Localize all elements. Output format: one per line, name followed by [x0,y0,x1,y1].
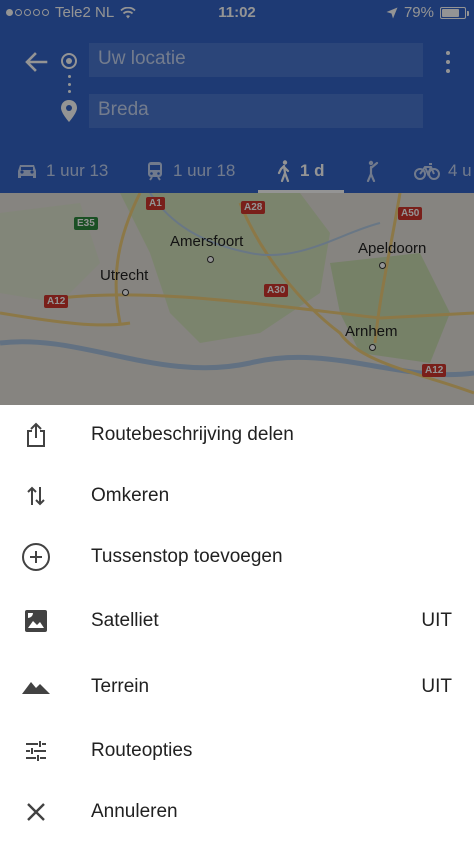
options-sheet: Routebeschrijving delen Omkeren Tussenst… [0,405,474,843]
background-view: Tele2 NL 11:02 79% Uw locatie Breda 1 uu… [0,0,474,405]
terrain-icon [21,672,51,702]
menu-item-label: Routebeschrijving delen [91,424,294,445]
menu-item-share-directions[interactable]: Routebeschrijving delen [0,405,474,465]
menu-item-label: Terrein [91,676,150,697]
menu-item-satellite[interactable]: Satelliet UIT [0,591,474,651]
add-stop-icon [21,542,51,572]
terrain-toggle-value[interactable]: UIT [421,676,452,698]
menu-item-route-options[interactable]: Routeopties [0,721,474,781]
menu-item-add-stop[interactable]: Tussenstop toevoegen [0,527,474,587]
menu-item-terrain[interactable]: Terrein UIT [0,657,474,717]
share-icon [21,420,51,450]
menu-item-label: Annuleren [91,801,178,822]
tune-icon [21,736,51,766]
menu-item-label: Routeopties [91,740,193,761]
satellite-icon [21,606,51,636]
satellite-toggle-value[interactable]: UIT [421,610,452,632]
menu-item-label: Tussenstop toevoegen [91,546,283,567]
modal-scrim[interactable] [0,0,474,405]
menu-item-cancel[interactable]: Annuleren [0,782,474,842]
menu-item-reverse[interactable]: Omkeren [0,466,474,526]
close-icon [21,797,51,827]
swap-icon [21,481,51,511]
menu-item-label: Omkeren [91,485,170,506]
menu-item-label: Satelliet [91,610,159,631]
